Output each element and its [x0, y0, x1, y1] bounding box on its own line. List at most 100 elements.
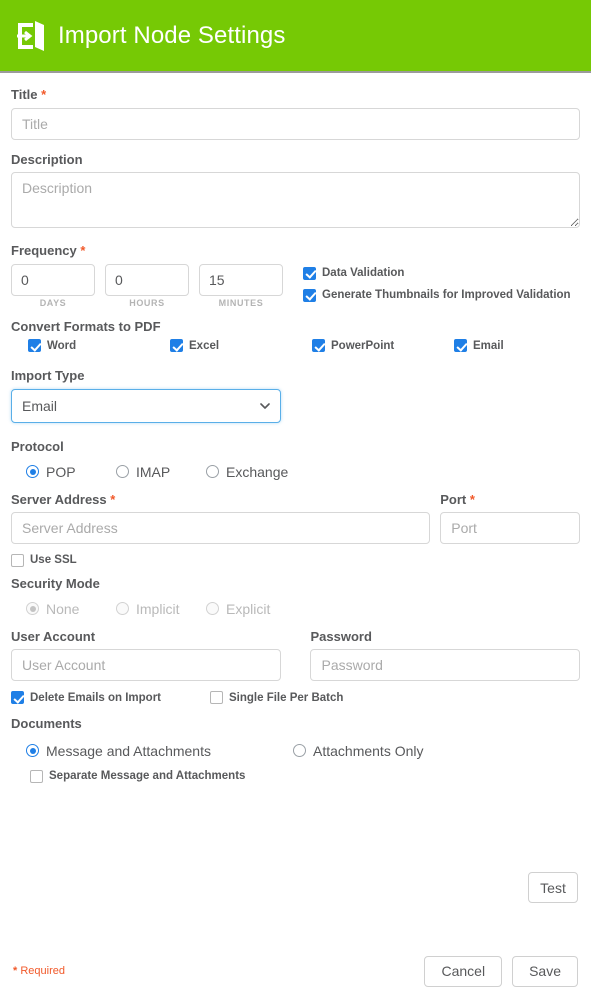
description-label: Description — [11, 151, 83, 167]
security-mode-explicit-radio-icon — [206, 602, 219, 616]
security-mode-explicit-label: Explicit — [226, 600, 271, 617]
delete-emails-label: Delete Emails on Import — [30, 691, 162, 704]
delete-emails-checkbox-icon[interactable] — [11, 691, 24, 705]
protocol-pop-radio-row[interactable]: POP — [26, 464, 116, 480]
port-required-marker: * — [469, 491, 475, 507]
frequency-minutes-cell: MINUTES — [199, 263, 283, 308]
required-note-star: * — [13, 965, 18, 977]
security-mode-implicit-radio-row: Implicit — [116, 601, 206, 617]
data-validation-label: Data Validation — [322, 266, 405, 279]
delete-emails-checkbox-row[interactable]: Delete Emails on Import — [11, 691, 210, 705]
format-word-row[interactable]: Word — [28, 339, 170, 353]
protocol-imap-radio-icon[interactable] — [116, 465, 129, 479]
server-address-input[interactable] — [11, 512, 431, 545]
frequency-days-cell: DAYS — [11, 263, 95, 308]
port-input[interactable] — [440, 512, 580, 545]
server-port-row: Server Address * Port * — [11, 492, 580, 545]
frequency-hours-cell: HOURS — [105, 263, 189, 308]
protocol-imap-radio-row[interactable]: IMAP — [116, 464, 206, 480]
protocol-pop-radio-icon[interactable] — [26, 465, 39, 479]
data-validation-checkbox-row[interactable]: Data Validation — [303, 266, 571, 280]
required-note-text: Required — [20, 965, 65, 977]
frequency-days-input[interactable] — [11, 263, 95, 296]
password-field: Password — [310, 628, 581, 682]
import-type-label: Import Type — [11, 368, 85, 384]
format-powerpoint-row[interactable]: PowerPoint — [312, 339, 454, 353]
security-mode-label: Security Mode — [11, 576, 100, 592]
format-word-label: Word — [47, 339, 77, 352]
documents-message-attachments-radio-row[interactable]: Message and Attachments — [26, 743, 293, 759]
format-excel-label: Excel — [189, 339, 220, 352]
frequency-hours-input[interactable] — [105, 263, 189, 296]
security-mode-implicit-radio-icon — [116, 602, 129, 616]
single-file-label: Single File Per Batch — [229, 691, 344, 704]
protocol-radio-group: POP IMAP Exchange — [11, 464, 580, 480]
documents-attachments-only-label: Attachments Only — [313, 742, 424, 759]
format-excel-row[interactable]: Excel — [170, 339, 312, 353]
title-label-text: Title — [11, 87, 38, 102]
format-word-checkbox-icon[interactable] — [28, 339, 41, 353]
generate-thumbnails-checkbox-icon[interactable] — [303, 288, 316, 302]
use-ssl-checkbox-icon[interactable] — [11, 554, 24, 568]
separate-message-attachments-checkbox-row[interactable]: Separate Message and Attachments — [11, 769, 580, 783]
frequency-row: DAYS HOURS MINUTES Data Validation Gener… — [11, 263, 580, 311]
footer-bar: * Required Cancel Save — [0, 941, 591, 1001]
protocol-exchange-label: Exchange — [226, 463, 289, 480]
format-email-checkbox-icon[interactable] — [454, 339, 467, 353]
password-input[interactable] — [310, 649, 581, 682]
protocol-exchange-radio-row[interactable]: Exchange — [206, 464, 288, 480]
convert-formats-row: Word Excel PowerPoint Email — [11, 339, 580, 353]
test-button[interactable]: Test — [528, 872, 578, 903]
port-label-text: Port — [440, 491, 467, 507]
server-address-required-marker: * — [110, 491, 116, 507]
security-mode-none-radio-row: None — [26, 601, 116, 617]
single-file-checkbox-row[interactable]: Single File Per Batch — [210, 691, 344, 705]
security-mode-implicit-label: Implicit — [136, 600, 180, 617]
password-label: Password — [310, 628, 372, 644]
single-file-checkbox-icon[interactable] — [210, 691, 223, 705]
frequency-hours-unit: HOURS — [129, 297, 165, 308]
save-button[interactable]: Save — [512, 955, 578, 987]
protocol-imap-label: IMAP — [136, 463, 171, 480]
use-ssl-checkbox-row[interactable]: Use SSL — [11, 554, 580, 568]
description-textarea[interactable] — [11, 172, 580, 229]
port-field: Port * — [440, 492, 580, 545]
credentials-row: User Account Password — [11, 628, 581, 682]
documents-attachments-only-radio-row[interactable]: Attachments Only — [293, 743, 424, 759]
cancel-button[interactable]: Cancel — [424, 955, 503, 987]
security-mode-none-label: None — [46, 600, 80, 617]
format-powerpoint-label: PowerPoint — [331, 339, 395, 352]
generate-thumbnails-checkbox-row[interactable]: Generate Thumbnails for Improved Validat… — [303, 288, 571, 302]
documents-attachments-only-radio-icon[interactable] — [293, 744, 306, 758]
protocol-exchange-radio-icon[interactable] — [206, 465, 219, 479]
frequency-required-marker: * — [80, 243, 86, 259]
separate-message-attachments-checkbox-icon[interactable] — [30, 769, 43, 783]
documents-message-attachments-label: Message and Attachments — [46, 742, 211, 759]
validation-checkbox-group: Data Validation Generate Thumbnails for … — [303, 264, 571, 311]
documents-label: Documents — [11, 716, 82, 732]
documents-radio-group: Message and Attachments Attachments Only — [11, 743, 580, 759]
import-options-row: Delete Emails on Import Single File Per … — [11, 691, 580, 705]
data-validation-checkbox-icon[interactable] — [303, 266, 316, 280]
user-account-input[interactable] — [11, 649, 281, 682]
import-type-select-wrap: Email — [11, 388, 281, 423]
format-excel-checkbox-icon[interactable] — [170, 339, 183, 353]
server-address-label: Server Address * — [11, 492, 430, 508]
title-input[interactable] — [11, 107, 580, 140]
format-powerpoint-checkbox-icon[interactable] — [312, 339, 325, 353]
frequency-days-unit: DAYS — [39, 297, 67, 308]
frequency-minutes-input[interactable] — [199, 263, 283, 296]
settings-form: Title * Description Frequency * DAYS HOU… — [0, 73, 591, 903]
documents-message-attachments-radio-icon[interactable] — [26, 744, 39, 758]
use-ssl-label: Use SSL — [30, 554, 77, 567]
footer-buttons: Cancel Save — [424, 955, 578, 987]
import-type-select[interactable]: Email — [11, 388, 281, 423]
generate-thumbnails-label: Generate Thumbnails for Improved Validat… — [322, 288, 571, 301]
title-required-marker: * — [41, 87, 47, 102]
server-address-label-text: Server Address — [11, 491, 107, 507]
frequency-label: Frequency * — [11, 243, 580, 259]
format-email-row[interactable]: Email — [454, 339, 504, 353]
protocol-label: Protocol — [11, 438, 64, 454]
security-mode-explicit-radio-row: Explicit — [206, 601, 270, 617]
title-label: Title * — [11, 87, 580, 103]
